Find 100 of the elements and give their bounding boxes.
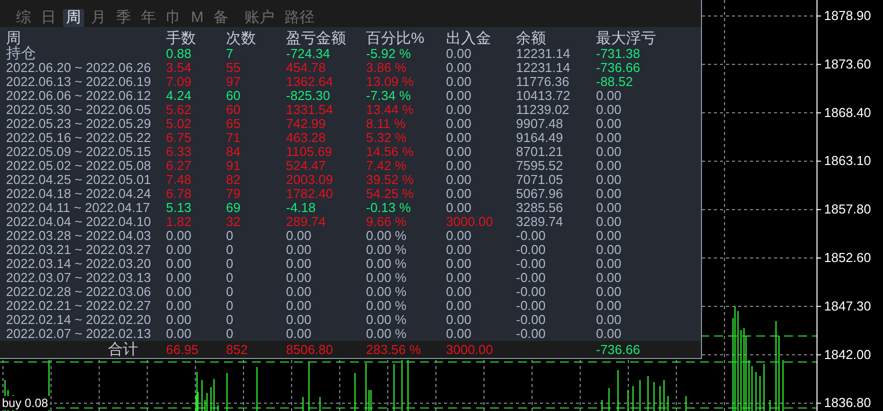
period-cell: 2022.03.07 ~ 2022.03.13 <box>6 271 151 285</box>
period-tab[interactable]: 账户 <box>242 8 278 26</box>
table-cell: 6.33 <box>166 145 192 159</box>
table-cell: 97 <box>226 75 240 89</box>
table-cell: 1.82 <box>166 215 192 229</box>
period-tab[interactable]: M <box>188 8 206 26</box>
table-cell: 82 <box>226 173 240 187</box>
table-cell: 0.00 <box>596 327 622 341</box>
table-cell: 0.88 <box>166 47 192 61</box>
table-cell: 1362.64 <box>286 75 333 89</box>
period-cell: 2022.03.21 ~ 2022.03.27 <box>6 243 151 257</box>
table-cell: -88.52 <box>596 75 633 89</box>
period-cell: 2022.02.14 ~ 2022.02.20 <box>6 313 151 327</box>
column-header: 周 <box>6 31 21 47</box>
table-cell: 0.00 <box>446 243 472 257</box>
table-cell: 0.00 <box>446 327 472 341</box>
table-cell: 32 <box>226 215 240 229</box>
table-cell: 6.78 <box>166 187 192 201</box>
table-cell: 0.00 <box>596 103 622 117</box>
table-cell: 0.00 <box>446 145 472 159</box>
table-cell: 0.00 <box>286 313 312 327</box>
table-cell: 3285.56 <box>516 201 563 215</box>
period-tab[interactable]: 日 <box>38 8 59 26</box>
table-cell: 0 <box>226 299 234 313</box>
table-cell: 13.44 % <box>366 103 414 117</box>
period-tab[interactable]: 综 <box>13 8 34 26</box>
period-tab[interactable]: 年 <box>138 8 159 26</box>
table-cell: 0.00 <box>286 285 312 299</box>
period-tab[interactable]: 季 <box>113 8 134 26</box>
table-cell: -4.18 <box>286 201 316 215</box>
total-cell: 852 <box>226 341 248 358</box>
table-cell: 8.11 % <box>366 117 406 131</box>
column-header: 余额 <box>516 31 546 47</box>
table-cell: 0.00 <box>446 47 472 61</box>
price-label: 1868.40 <box>824 104 871 120</box>
column-header: 手数 <box>166 31 196 47</box>
table-cell: 0.00 <box>446 103 472 117</box>
table-cell: 0.00 <box>596 117 622 131</box>
table-cell: 84 <box>226 145 240 159</box>
table-cell: 0.00 <box>596 173 622 187</box>
table-cell: 9.66 % <box>366 215 406 229</box>
table-cell: 0.00 <box>446 75 472 89</box>
table-cell: 0.00 <box>166 229 192 243</box>
period-cell: 2022.05.30 ~ 2022.06.05 <box>6 103 151 117</box>
table-cell: 5.02 <box>166 117 192 131</box>
table-cell: 60 <box>226 89 240 103</box>
table-cell: -0.00 <box>516 327 546 341</box>
price-label: 1852.60 <box>824 250 871 265</box>
period-tab[interactable]: 备 <box>210 8 232 26</box>
table-cell: 0.00 <box>166 327 192 341</box>
table-cell: 524.47 <box>286 159 326 173</box>
table-cell: 0.00 <box>286 299 312 313</box>
table-cell: 5.13 <box>166 201 192 215</box>
table-cell: 0.00 <box>446 117 472 131</box>
table-cell: 0.00 <box>596 187 622 201</box>
period-tab[interactable]: 路径 <box>282 8 318 26</box>
period-cell: 2022.04.25 ~ 2022.05.01 <box>6 173 151 187</box>
price-label: 1878.90 <box>824 8 871 23</box>
table-cell: -0.00 <box>516 285 546 299</box>
table-cell: -0.00 <box>516 243 546 257</box>
table-cell: 71 <box>226 131 240 145</box>
column-header: 出入金 <box>446 31 491 47</box>
price-label: 1836.80 <box>824 395 871 410</box>
table-cell: 0.00 <box>166 299 192 313</box>
table-cell: 12231.14 <box>516 61 570 75</box>
table-cell: -825.30 <box>286 89 330 103</box>
table-cell: 0.00 <box>596 299 622 313</box>
table-cell: 11776.36 <box>516 75 570 89</box>
table-cell: 0 <box>226 257 234 271</box>
table-cell: 1105.69 <box>286 145 332 159</box>
price-label: 1857.80 <box>824 202 871 217</box>
table-cell: 0 <box>226 313 234 327</box>
table-cell: 10413.72 <box>516 89 570 103</box>
table-cell: 7.09 <box>166 75 192 89</box>
table-cell: 289.74 <box>286 215 326 229</box>
period-cell: 2022.04.11 ~ 2022.04.17 <box>6 201 150 215</box>
total-cell: 3000.00 <box>446 341 493 358</box>
table-cell: 7 <box>226 47 234 61</box>
period-tab[interactable]: 周 <box>63 8 84 26</box>
table-cell: 0.00 <box>286 257 312 271</box>
table-cell: 9907.48 <box>516 117 563 131</box>
period-tab[interactable]: 月 <box>88 8 109 26</box>
table-cell: 5.62 <box>166 103 192 117</box>
table-cell: 7595.52 <box>516 159 563 173</box>
table-cell: 60 <box>226 103 240 117</box>
table-cell: 0 <box>226 271 234 285</box>
period-cell: 2022.03.14 ~ 2022.03.20 <box>6 257 151 271</box>
period-cell: 2022.05.09 ~ 2022.05.15 <box>6 145 151 159</box>
table-cell: 0.00 <box>446 61 472 75</box>
table-cell: -5.92 % <box>366 47 411 61</box>
table-cell: 0.00 <box>446 89 472 103</box>
period-cell: 2022.05.23 ~ 2022.05.29 <box>6 117 151 131</box>
column-header: 盈亏金额 <box>286 31 346 47</box>
period-tab[interactable]: 巾 <box>163 8 184 26</box>
table-cell: 3000.00 <box>446 215 493 229</box>
column-header: 最大浮亏 <box>596 31 656 47</box>
table-cell: 0.00 <box>446 187 472 201</box>
table-cell: 463.28 <box>286 131 326 145</box>
table-cell: -0.13 % <box>366 201 411 215</box>
period-cell: 2022.02.07 ~ 2022.02.13 <box>6 327 151 341</box>
